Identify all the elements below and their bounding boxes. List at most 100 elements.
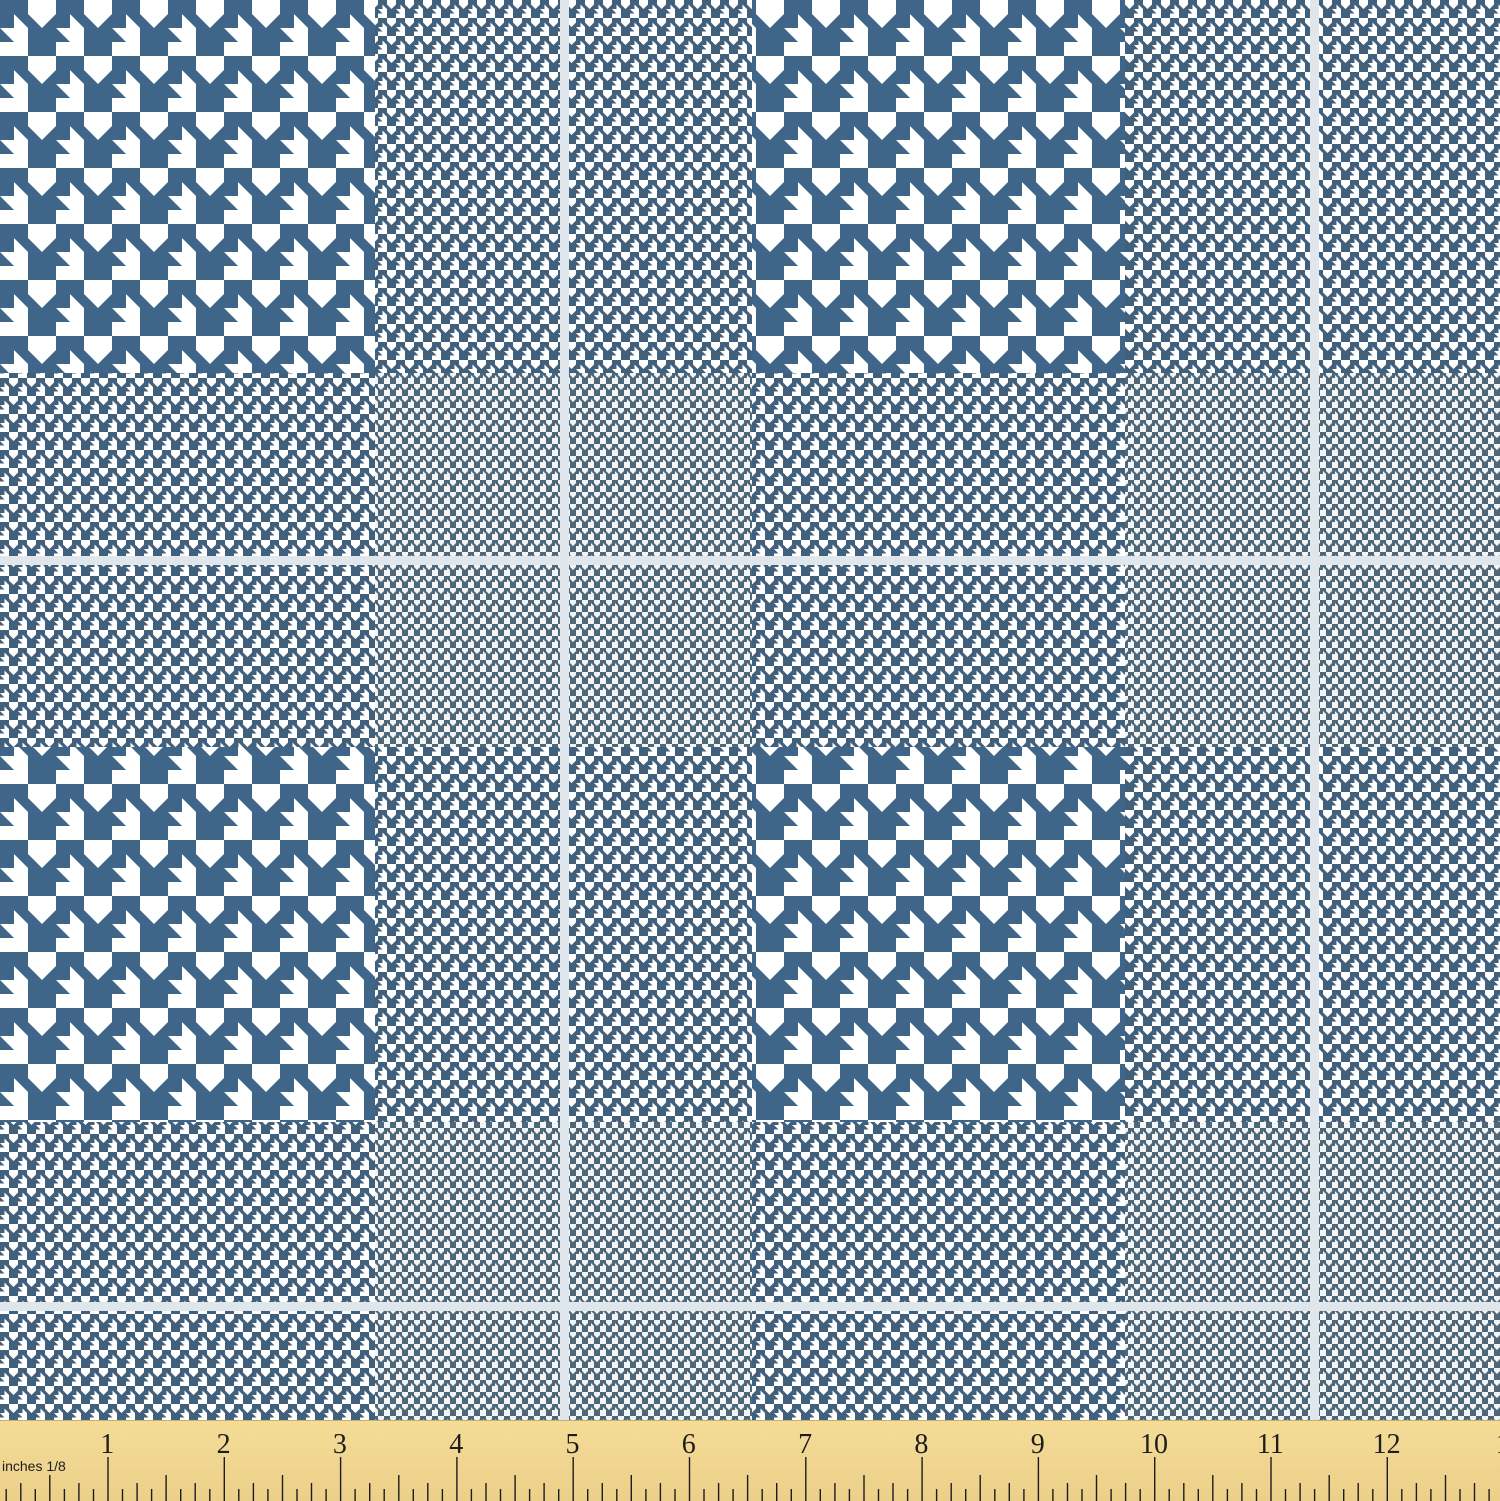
ruler-numbers: 1234567891011121 [100,1429,1500,1460]
ruler-number: 10 [1140,1429,1168,1460]
ruler-tick [776,1483,778,1501]
pattern-block [565,373,752,560]
ruler-tick [935,1489,938,1501]
fabric-swatch [0,0,1500,1420]
ruler-tick [1313,1489,1316,1501]
pattern-block [375,1122,565,1310]
ruler-tick [456,1457,458,1501]
ruler-tick [1473,1483,1476,1501]
ruler-tick [49,1475,51,1501]
ruler-tick [1488,1489,1490,1501]
ruler-unit-label: inches 1/8 [2,1458,66,1474]
ruler-tick [674,1489,676,1501]
pattern-block [375,373,565,560]
ruler-tick [470,1489,473,1501]
ruler-tick [63,1489,66,1501]
ruler-tick [630,1475,632,1501]
pattern-block [0,1122,375,1310]
ruler-tick [354,1489,356,1501]
pattern-block [0,1310,375,1420]
ruler-number: 2 [217,1429,231,1460]
ruler-tick [485,1483,487,1501]
ruler-tick [398,1475,400,1501]
ruler-tick [383,1489,385,1501]
ruler-tick [1357,1483,1359,1501]
ruler-tick [1066,1483,1069,1501]
ruler-tick [834,1483,836,1501]
ruler-number: 1 [100,1429,114,1460]
ruler-number: 1 [1496,1429,1500,1460]
ruler-tick [645,1489,647,1501]
ruler-tick [92,1489,95,1501]
ruler-tick [1197,1489,1199,1501]
ruler-number: 8 [914,1429,928,1460]
ruler-tick [587,1489,589,1501]
ruler-tick [412,1489,414,1501]
ruler-tick [1139,1489,1141,1501]
pattern-block [1125,747,1315,1122]
ruler-tick [150,1489,153,1501]
ruler-tick [761,1489,763,1501]
pattern-block [0,560,375,747]
ruler-tick [281,1475,284,1501]
ruler-tick [238,1489,240,1501]
windowpane-line [0,1302,1500,1311]
ruler-tick [1343,1489,1345,1501]
ruler-tick [659,1483,662,1501]
ruler-tick [136,1483,138,1501]
ruler-tick [906,1489,909,1501]
ruler-tick [1124,1483,1127,1501]
ruler-tick [1299,1483,1301,1501]
pattern-block [1315,373,1500,560]
ruler-tick [427,1483,429,1501]
ruler-tick [5,1489,7,1501]
ruler-tick [1110,1489,1112,1501]
ruler-tick [194,1483,196,1501]
ruler-tick [572,1457,574,1501]
pattern-block [565,1122,752,1310]
ruler-tick [165,1475,167,1501]
pattern-block [752,373,1125,560]
ruler-tick [20,1483,22,1501]
ruler-number: 7 [798,1429,812,1460]
pattern-block [565,747,752,1122]
ruler-tick [601,1483,603,1501]
ruler-tick [717,1483,720,1501]
ruler-tick [848,1489,851,1501]
pattern-block [0,373,375,560]
ruler-tick [1328,1475,1330,1501]
ruler-number: 6 [682,1429,696,1460]
pattern-block [0,747,375,1122]
ruler-tick [310,1483,313,1501]
ruler-tick [543,1483,545,1501]
pattern-block [1315,1122,1500,1310]
windowpane-line [560,0,569,1420]
pattern-block [375,560,565,747]
ruler-tick [558,1489,560,1501]
ruler-tick [180,1489,182,1501]
pattern-block [1125,560,1315,747]
pattern-block [1315,560,1500,747]
ruler-tick [252,1483,255,1501]
pattern-block [565,560,752,747]
ruler-tick [863,1475,865,1501]
pattern-block [1315,1310,1500,1420]
ruler-tick [107,1457,109,1501]
ruler-tick [979,1475,981,1501]
ruler-number: 12 [1373,1429,1401,1460]
ruler-tick [267,1489,269,1501]
pattern-block [375,0,565,373]
ruler-tick [369,1483,371,1501]
pattern-block [752,747,1125,1122]
ruler-tick [1183,1483,1185,1501]
pattern-block [1125,1122,1315,1310]
ruler-tick [950,1483,952,1501]
ruler-tick [703,1489,705,1501]
ruler-tick [1430,1489,1432,1501]
ruler-tick [339,1457,342,1501]
pattern-block [752,560,1125,747]
pattern-block [1315,0,1500,373]
ruler-tick [1415,1483,1418,1501]
ruler-tick [819,1489,821,1501]
ruler-tick [1241,1483,1243,1501]
